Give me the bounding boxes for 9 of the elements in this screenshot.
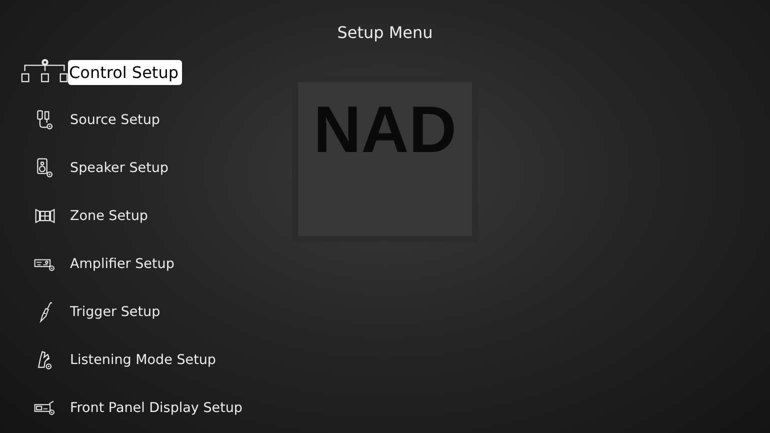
menu-item[interactable]: Control Setup xyxy=(68,60,182,84)
menu-item[interactable]: Zone Setup xyxy=(70,208,148,224)
menu-item[interactable]: Speaker Setup xyxy=(70,160,168,176)
screen-title: Setup Menu xyxy=(336,22,434,44)
menu-item[interactable]: Listening Mode Setup xyxy=(70,352,216,368)
menu-item[interactable]: Amplifier Setup xyxy=(70,256,174,272)
menu-item[interactable]: Front Panel Display Setup xyxy=(70,400,242,416)
menu-item[interactable]: Source Setup xyxy=(70,112,160,128)
menu-item[interactable]: Trigger Setup xyxy=(70,304,160,320)
